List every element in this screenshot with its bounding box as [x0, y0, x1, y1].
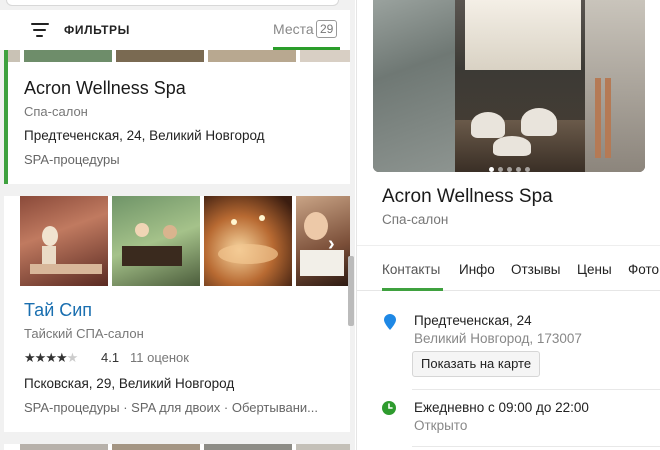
divider — [412, 446, 660, 447]
card-photo-strip — [8, 50, 350, 62]
opening-hours: Ежедневно с 09:00 до 22:00 — [414, 400, 589, 415]
tab-info[interactable]: Инфо — [459, 262, 495, 277]
result-category: Тайский СПА-салон — [24, 326, 144, 341]
star-icon: ★ — [45, 350, 57, 365]
result-tags: SPA-процедуры · SPA для двоих · Обертыва… — [24, 400, 318, 415]
chevron-right-icon[interactable]: › — [328, 234, 335, 254]
result-category: Спа-салон — [24, 104, 88, 119]
result-card-acron[interactable]: Acron Wellness Spa Спа-салон Предтеченск… — [4, 50, 350, 184]
details-tabs: Контакты Инфо Отзывы Цены Фото — [357, 245, 660, 291]
result-photo — [20, 196, 108, 286]
result-card-next[interactable] — [4, 444, 350, 450]
result-address: Псковская, 29, Великий Новгород — [24, 376, 235, 391]
star-icon: ★ — [55, 350, 68, 365]
star-icon: ★ — [66, 350, 79, 365]
tab-photos[interactable]: Фото — [628, 262, 659, 277]
photo-pagination — [373, 159, 645, 172]
result-address: Предтеченская, 24, Великий Новгород — [24, 128, 265, 143]
tab-contacts-underline — [382, 288, 443, 291]
place-details-panel: Acron Wellness Spa Спа-салон Контакты Ин… — [356, 0, 660, 450]
star-icon: ★ — [24, 350, 36, 365]
result-card-tai-sip[interactable]: › Тай Сип Тайский СПА-салон ★★★★★ 4.1 11… — [4, 196, 350, 432]
place-title: Acron Wellness Spa — [382, 186, 553, 207]
place-photo[interactable] — [373, 0, 645, 172]
address-line: Предтеченская, 24 — [414, 313, 532, 328]
result-tags: SPA-процедуры — [24, 152, 120, 167]
card-photo-strip — [4, 444, 350, 450]
result-title[interactable]: Тай Сип — [24, 300, 92, 321]
rating-value: 4.1 — [101, 350, 120, 365]
result-photo — [296, 196, 350, 286]
filters-button[interactable]: ФИЛЬТРЫ — [64, 23, 130, 37]
show-on-map-button[interactable]: Показать на карте — [412, 351, 541, 377]
place-category: Спа-салон — [382, 212, 449, 227]
address-city-postcode: Великий Новгород, 173007 — [414, 331, 582, 346]
map-pin-icon — [384, 314, 396, 330]
results-panel: ФИЛЬТРЫ Места 29 Acron Wellness Spa Спа-… — [0, 0, 355, 450]
filter-icon[interactable] — [31, 23, 49, 37]
tab-places[interactable]: Места — [273, 21, 314, 37]
search-box-edge[interactable] — [6, 0, 339, 6]
places-count-badge: 29 — [316, 20, 338, 38]
result-photo-carousel[interactable]: › — [20, 196, 350, 286]
result-photo — [204, 196, 292, 286]
tab-prices[interactable]: Цены — [577, 262, 612, 277]
result-photo — [112, 196, 200, 286]
result-title[interactable]: Acron Wellness Spa — [24, 78, 186, 99]
filter-bar: ФИЛЬТРЫ Места 29 — [0, 10, 350, 50]
tab-contacts[interactable]: Контакты — [382, 262, 440, 277]
divider — [412, 389, 660, 390]
open-status: Открыто — [414, 418, 468, 433]
results-scrollbar[interactable] — [348, 256, 354, 326]
rating-stars: ★★★★★ — [24, 350, 79, 366]
star-icon: ★ — [34, 350, 47, 365]
clock-icon — [382, 401, 396, 415]
reviews-link[interactable]: 11 оценок — [130, 350, 189, 365]
tab-reviews[interactable]: Отзывы — [511, 262, 560, 277]
